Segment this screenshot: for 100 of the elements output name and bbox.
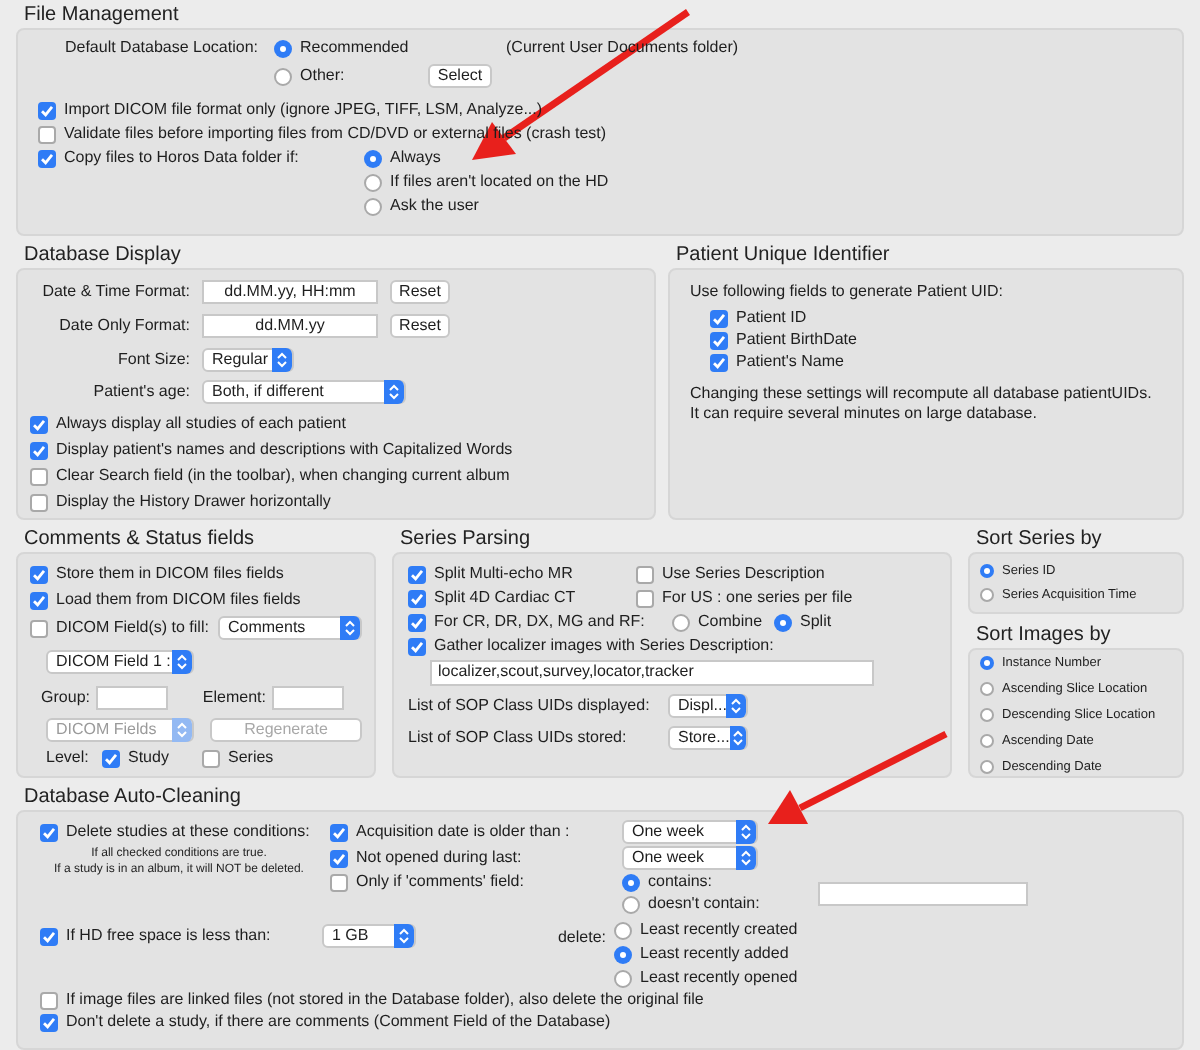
empty-radio-icon[interactable] [364,173,382,191]
push-button[interactable]: Reset [390,280,450,304]
checkbox[interactable]: Patient's Name [710,352,844,372]
empty-box-icon[interactable] [636,589,654,607]
checkbox[interactable]: DICOM Field(s) to fill: [30,618,209,638]
checked-box-icon[interactable] [710,309,728,327]
radio-button[interactable]: Least recently opened [614,968,798,988]
checkbox[interactable]: Series [202,748,274,768]
popup-button[interactable]: Comments [218,616,362,640]
checkbox[interactable]: Study [102,748,202,768]
checked-box-icon[interactable] [40,823,58,841]
checkbox[interactable]: Patient BirthDate [710,330,857,350]
checkbox[interactable]: Display patient's names and descriptions with Capitalized Words [30,440,513,460]
checkbox[interactable]: Patient ID [710,308,807,328]
checked-box-icon[interactable] [330,823,348,841]
text-field[interactable] [272,686,344,710]
empty-radio-icon[interactable] [364,197,382,215]
radio-button[interactable]: Combine [672,612,763,632]
checkbox[interactable]: Use Series Description [636,564,853,584]
empty-radio-icon[interactable] [672,613,690,631]
checkbox[interactable]: Delete studies at these conditions: [40,822,330,842]
radio-button[interactable]: If files aren't located on the HD [364,172,609,192]
checkbox[interactable]: For CR, DR, DX, MG and RF: [408,612,672,632]
radio-button[interactable]: Recommended [274,38,506,58]
empty-radio-icon[interactable] [980,708,994,722]
checkbox[interactable]: Load them from DICOM files fields [30,590,301,610]
popup-button[interactable]: One week [622,846,758,870]
checkbox[interactable]: Split Multi-echo MR [408,564,636,584]
popup-button[interactable]: DICOM Field 1 : [46,650,194,674]
checked-box-icon[interactable] [38,101,56,119]
text-field[interactable]: localizer,scout,survey,locator,tracker [430,660,874,686]
checked-box-icon[interactable] [102,749,120,767]
checkbox[interactable]: Acquisition date is older than : [330,822,622,842]
text-field[interactable] [96,686,168,710]
radio-button[interactable]: Least recently created [614,920,798,940]
selected-radio-icon[interactable] [622,873,640,891]
empty-radio-icon[interactable] [980,734,994,748]
checked-box-icon[interactable] [710,331,728,349]
checked-box-icon[interactable] [40,1013,58,1031]
checked-box-icon[interactable] [710,353,728,371]
checkbox[interactable]: Copy files to Horos Data folder if: [38,148,299,168]
popup-button[interactable]: Store... [668,726,748,750]
empty-box-icon[interactable] [40,991,58,1009]
empty-radio-icon[interactable] [274,67,292,85]
selected-radio-icon[interactable] [774,613,793,631]
popup-button[interactable]: Displ... [668,694,748,718]
checked-box-icon[interactable] [30,565,48,583]
empty-radio-icon[interactable] [614,969,632,987]
empty-box-icon[interactable] [30,493,48,511]
empty-radio-icon[interactable] [622,895,640,913]
empty-radio-icon[interactable] [980,682,994,696]
checkbox[interactable]: Don't delete a study, if there are comments (Comment Field of the Database) [40,1012,611,1032]
popup-button[interactable]: One week [622,820,758,844]
checked-box-icon[interactable] [330,849,348,867]
checkbox[interactable]: If image files are linked files (not stored in the Database folder), also delete the original file [40,990,704,1010]
checked-box-icon[interactable] [30,591,48,609]
checkbox[interactable]: Store them in DICOM files fields [30,564,284,584]
empty-box-icon[interactable] [30,467,48,485]
radio-button[interactable]: Ask the user [364,196,479,216]
push-button[interactable]: Reset [390,314,450,338]
selected-radio-icon[interactable] [980,564,994,578]
checked-box-icon[interactable] [408,613,426,631]
empty-box-icon[interactable] [202,749,220,767]
checked-box-icon[interactable] [408,589,426,607]
empty-box-icon[interactable] [636,565,654,583]
checkbox[interactable]: Display the History Drawer horizontally [30,492,331,512]
selected-radio-icon[interactable] [364,149,382,167]
radio-button[interactable]: doesn't contain: [622,894,818,914]
checked-box-icon[interactable] [30,441,48,459]
popup-button[interactable]: Both, if different [202,380,406,404]
empty-radio-icon[interactable] [614,921,632,939]
selected-radio-icon[interactable] [980,656,994,670]
checkbox[interactable]: For US : one series per file [636,588,853,608]
checked-box-icon[interactable] [408,565,426,583]
empty-box-icon[interactable] [30,619,48,637]
checked-box-icon[interactable] [38,149,56,167]
checkbox[interactable]: Not opened during last: [330,848,622,868]
checkbox[interactable]: Always display all studies of each patient [30,414,346,434]
checked-box-icon[interactable] [408,637,426,655]
radio-button[interactable]: Least recently added [614,944,789,964]
checkbox[interactable]: Clear Search field (in the toolbar), when changing current album [30,466,510,486]
checkbox[interactable]: If HD free space is less than: [40,926,322,946]
empty-box-icon[interactable] [38,125,56,143]
popup-button[interactable]: 1 GB [322,924,416,948]
radio-button[interactable]: contains: [622,872,818,892]
radio-button[interactable]: Always [364,148,441,168]
checkbox[interactable]: Gather localizer images with Series Description: [408,636,774,656]
radio-button[interactable]: Split [774,612,832,632]
push-button[interactable]: Select [428,64,492,88]
checked-box-icon[interactable] [40,927,58,945]
empty-box-icon[interactable] [330,873,348,891]
radio-button[interactable]: Other: [274,66,428,86]
checkbox[interactable]: Import DICOM file format only (ignore JPEG, TIFF, LSM, Analyze...) [38,100,543,120]
checked-box-icon[interactable] [30,415,48,433]
empty-radio-icon[interactable] [980,588,994,602]
checkbox[interactable]: Only if 'comments' field: [330,872,622,892]
popup-button[interactable]: Regular [202,348,294,372]
text-field[interactable] [818,881,1028,905]
checkbox[interactable]: Split 4D Cardiac CT [408,588,636,608]
empty-radio-icon[interactable] [980,760,994,774]
